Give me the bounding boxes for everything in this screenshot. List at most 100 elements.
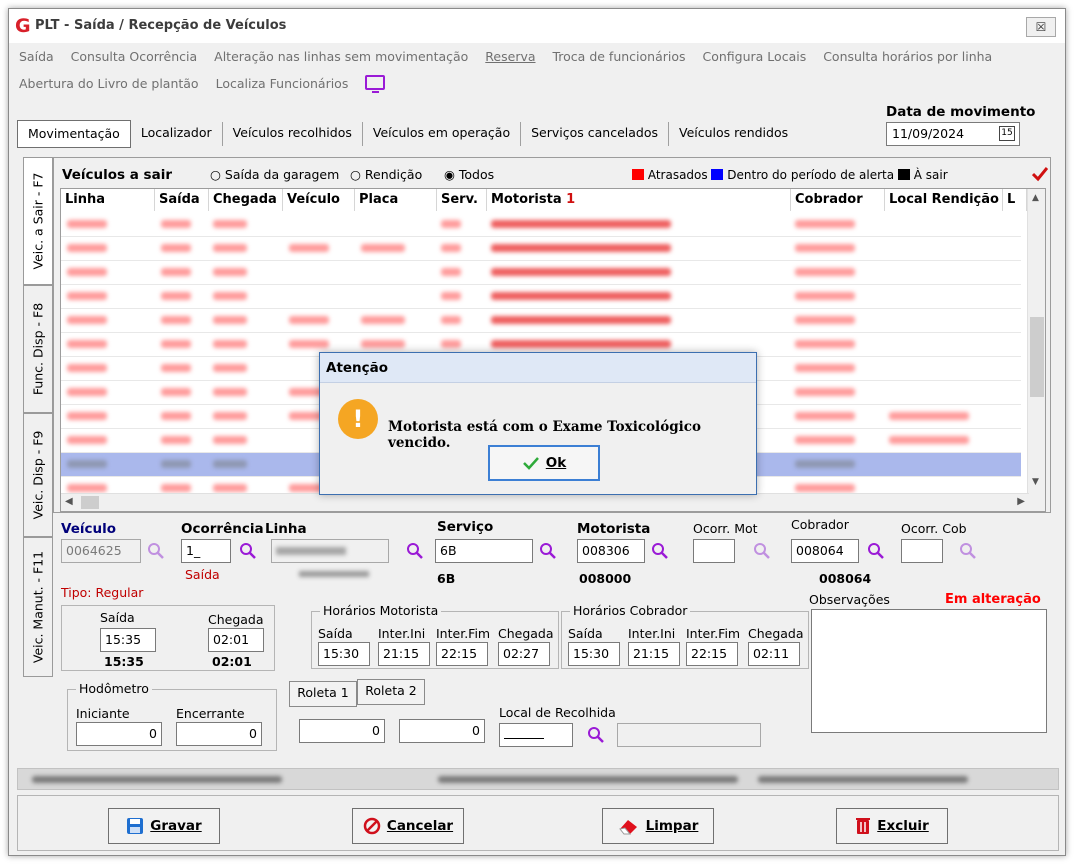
ocorr-mot-input[interactable] xyxy=(693,539,735,563)
hor-cob-interfim-input[interactable]: 22:15 xyxy=(686,642,738,666)
table-cell xyxy=(795,292,855,300)
tab-veiculos-rendidos[interactable]: Veículos rendidos xyxy=(669,122,798,146)
tab-veic-a-sair[interactable]: Veic. a Sair - F7 xyxy=(23,157,53,285)
filter-saida-garagem[interactable]: ○ Saída da garagem xyxy=(210,167,339,182)
menu-reserva[interactable]: Reserva xyxy=(485,49,535,64)
table-row[interactable] xyxy=(61,237,1021,261)
col-placa[interactable]: Placa xyxy=(355,189,437,211)
hor-cob-interini-input[interactable]: 21:15 xyxy=(628,642,680,666)
local-recolhida-input[interactable] xyxy=(499,723,573,747)
search-ocorr-mot-icon[interactable] xyxy=(753,542,771,560)
tab-veic-manut[interactable]: Veic. Manut. - F11 xyxy=(23,537,53,677)
tab-servicos-cancelados[interactable]: Serviços cancelados xyxy=(521,122,669,146)
gravar-button[interactable]: Gravar xyxy=(108,808,220,844)
iniciante-input[interactable]: 0 xyxy=(76,722,162,746)
motorista-input[interactable]: 008306 xyxy=(577,539,645,563)
hor-mot-saida-input[interactable]: 15:30 xyxy=(318,642,370,666)
search-linha-icon[interactable] xyxy=(406,542,424,560)
search-local-icon[interactable] xyxy=(587,726,605,744)
search-servico-icon[interactable] xyxy=(539,542,557,560)
monitor-icon[interactable] xyxy=(365,75,386,93)
roleta1-tab[interactable]: Roleta 1 xyxy=(289,681,357,707)
cobrador-label: Cobrador xyxy=(791,517,849,532)
horizontal-scrollbar[interactable]: ◀ ▶ xyxy=(61,493,1029,511)
col-local-rendicao[interactable]: Local Rendição xyxy=(885,189,1003,211)
search-veiculo-icon[interactable] xyxy=(147,542,165,560)
ocorrencia-input[interactable]: 1_ xyxy=(181,539,231,563)
col-chegada[interactable]: Chegada xyxy=(209,189,283,211)
linha-input[interactable] xyxy=(271,539,389,563)
scroll-right-icon[interactable]: ▶ xyxy=(1017,496,1025,507)
close-button[interactable]: ☒ xyxy=(1026,17,1056,37)
menu-troca-funcionarios[interactable]: Troca de funcionários xyxy=(553,49,686,64)
search-motorista-icon[interactable] xyxy=(651,542,669,560)
tab-veiculos-recolhidos[interactable]: Veículos recolhidos xyxy=(223,122,363,146)
scroll-down-icon[interactable]: ▼ xyxy=(1032,477,1039,487)
excluir-button[interactable]: Excluir xyxy=(836,808,948,844)
tab-func-disp[interactable]: Func. Disp - F8 xyxy=(23,285,53,413)
legend-a-sair-swatch xyxy=(897,169,910,180)
tab-veiculos-operacao[interactable]: Veículos em operação xyxy=(363,122,522,146)
menu-localiza-funcionarios[interactable]: Localiza Funcionários xyxy=(216,76,349,91)
table-cell xyxy=(67,268,107,276)
table-row[interactable] xyxy=(61,261,1021,285)
vertical-scrollbar[interactable]: ▲ ▼ xyxy=(1027,189,1045,511)
table-row[interactable] xyxy=(61,285,1021,309)
menu-saida[interactable]: Saída xyxy=(19,49,54,64)
search-ocorr-cob-icon[interactable] xyxy=(959,542,977,560)
horarios-motorista-title: Horários Motorista xyxy=(320,603,442,618)
hscroll-thumb[interactable] xyxy=(81,496,99,509)
tab-movimentacao[interactable]: Movimentação xyxy=(17,120,131,148)
col-motorista[interactable]: Motorista 1 xyxy=(487,189,791,211)
menu-livro-plantao[interactable]: Abertura do Livro de plantão xyxy=(19,76,199,91)
menu-consulta-ocorrencia[interactable]: Consulta Ocorrência xyxy=(71,49,198,64)
col-serv[interactable]: Serv. xyxy=(437,189,487,211)
search-cobrador-icon[interactable] xyxy=(867,542,885,560)
table-row[interactable] xyxy=(61,213,1021,237)
date-input[interactable]: 11/09/2024 15 xyxy=(886,122,1020,146)
menu-configura-locais[interactable]: Configura Locais xyxy=(703,49,807,64)
main-window: G PLT - Saída / Recepção de Veículos ☒ S… xyxy=(8,8,1066,856)
table-cell xyxy=(67,412,107,420)
menu-alteracao-linhas[interactable]: Alteração nas linhas sem movimentação xyxy=(214,49,468,64)
col-saida[interactable]: Saída xyxy=(155,189,209,211)
cancelar-button[interactable]: Cancelar xyxy=(352,808,464,844)
ocorr-cob-input[interactable] xyxy=(901,539,943,563)
filter-todos[interactable]: ◉ Todos xyxy=(444,167,494,182)
saida-input[interactable]: 15:35 xyxy=(100,628,156,652)
calendar-icon[interactable]: 15 xyxy=(999,126,1015,141)
table-cell xyxy=(67,220,107,228)
checkmark-icon[interactable] xyxy=(1032,166,1048,182)
hor-mot-interini-input[interactable]: 21:15 xyxy=(378,642,430,666)
ok-button[interactable]: Ok xyxy=(488,445,600,481)
roleta2-input[interactable]: 0 xyxy=(399,719,485,743)
veiculo-input[interactable]: 0064625 xyxy=(61,539,141,563)
col-linha[interactable]: Linha xyxy=(61,189,155,211)
hor-cob-chegada-input[interactable]: 02:11 xyxy=(748,642,800,666)
hor-mot-chegada-input[interactable]: 02:27 xyxy=(498,642,550,666)
status-bar xyxy=(17,768,1059,790)
col-veiculo[interactable]: Veículo xyxy=(283,189,355,211)
tab-localizador[interactable]: Localizador xyxy=(131,122,223,146)
table-row[interactable] xyxy=(61,309,1021,333)
filter-rendicao[interactable]: ○ Rendição xyxy=(350,167,422,182)
cobrador-input[interactable]: 008064 xyxy=(791,539,859,563)
hor-mot-interfim-input[interactable]: 22:15 xyxy=(436,642,488,666)
encerrante-input[interactable]: 0 xyxy=(176,722,262,746)
limpar-button[interactable]: Limpar xyxy=(602,808,714,844)
chegada-input[interactable]: 02:01 xyxy=(208,628,264,652)
hor-cob-saida-input[interactable]: 15:30 xyxy=(568,642,620,666)
scroll-up-icon[interactable]: ▲ xyxy=(1032,193,1039,203)
tab-veic-disp[interactable]: Veic. Disp - F9 xyxy=(23,413,53,537)
col-l[interactable]: L xyxy=(1003,189,1027,211)
search-ocorrencia-icon[interactable] xyxy=(239,542,257,560)
roleta1-input[interactable]: 0 xyxy=(299,719,385,743)
scroll-left-icon[interactable]: ◀ xyxy=(65,496,73,507)
roleta2-tab[interactable]: Roleta 2 xyxy=(357,679,425,705)
table-cell xyxy=(67,340,107,348)
scroll-thumb[interactable] xyxy=(1030,317,1044,397)
menu-consulta-horarios[interactable]: Consulta horários por linha xyxy=(823,49,992,64)
col-cobrador[interactable]: Cobrador xyxy=(791,189,885,211)
servico-input[interactable]: 6B xyxy=(435,539,533,563)
observacoes-textarea[interactable] xyxy=(811,609,1047,733)
